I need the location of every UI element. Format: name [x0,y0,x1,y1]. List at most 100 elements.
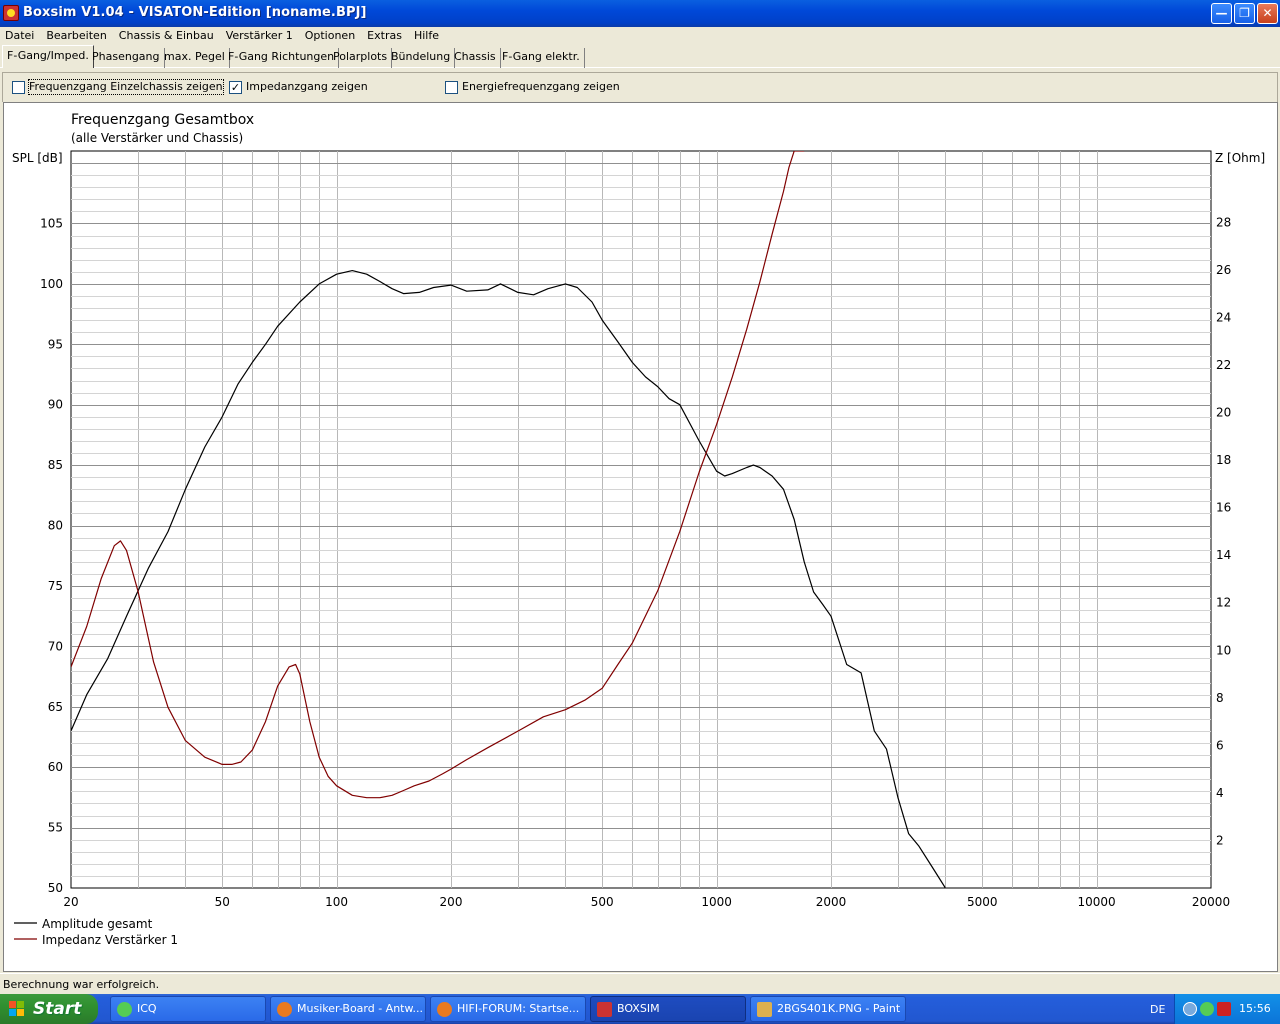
legend-label-amplitude: Amplitude gesamt [42,917,153,931]
x-tick-label: 100 [325,895,348,909]
menu-bar: Datei Bearbeiten Chassis & Einbau Verstärke… [0,27,1280,44]
taskbar-item-hifi-forum[interactable]: HIFI-FORUM: Startse... [430,996,586,1022]
taskbar: Start ICQ Musiker-Board - Antw... HIFI-F… [0,994,1280,1024]
y2-tick-label: 2 [1216,833,1224,847]
icq-flower-icon [117,1002,132,1017]
boxsim-icon [597,1002,612,1017]
y2-tick-label: 14 [1216,548,1231,562]
firefox-icon [277,1002,292,1017]
legend-label-impedance: Impedanz Verstärker 1 [42,933,178,947]
x-tick-label: 50 [215,895,230,909]
y-tick-label: 70 [48,639,63,653]
taskbar-item-icq[interactable]: ICQ [110,996,266,1022]
language-indicator[interactable]: DE [1150,1003,1165,1016]
y-tick-label: 75 [48,579,63,593]
window-title: Boxsim V1.04 - VISATON-Edition [noname.B… [23,5,367,20]
boxsim-app-icon[interactable] [3,5,19,21]
chart-curves [71,151,946,888]
taskbar-item-musiker-board[interactable]: Musiker-Board - Antw... [270,996,426,1022]
y2-tick-label: 20 [1216,406,1231,420]
y-tick-label: 50 [48,881,63,895]
chart-labels: 20 50 100 200 500 1000 2000 5000 10000 2000050556… [12,112,1265,947]
y-tick-label: 85 [48,458,63,472]
restore-icon: ❐ [1239,6,1250,20]
y-tick-label: 95 [48,337,63,351]
check-mark-icon: ✓ [230,81,241,94]
option-energiefrequenzgang-label: Energiefrequenzgang zeigen [462,80,620,93]
options-panel: Frequenzgang Einzelchassis zeigen ✓ Impe… [2,72,1278,102]
checkbox-einzelchassis[interactable] [12,81,25,94]
clock: 15:56 [1239,1002,1271,1015]
y-tick-label: 80 [48,519,63,533]
restore-button[interactable]: ❐ [1234,3,1255,24]
y2-tick-label: 24 [1216,310,1231,324]
paint-icon [757,1002,772,1017]
taskbar-item-boxsim[interactable]: BOXSIM [590,996,746,1022]
tab-fgang-elektr[interactable]: F-Gang elektr. [498,48,585,68]
y2-axis-label: Z [Ohm] [1215,151,1265,165]
y2-tick-label: 22 [1216,358,1231,372]
option-impedanzgang-label: Impedanzgang zeigen [246,80,368,93]
x-tick-label: 20000 [1192,895,1230,909]
y2-tick-label: 10 [1216,643,1231,657]
minimize-icon: — [1215,6,1228,20]
chart-title: Frequenzgang Gesamtbox [71,112,254,128]
menu-bearbeiten[interactable]: Bearbeiten [40,27,112,43]
status-bar: Berechnung war erfolgreich. [0,973,1280,994]
minimize-button[interactable]: — [1211,3,1232,24]
tab-strip: F-Gang/Imped. Phasengang max. Pegel F-Ga… [0,45,1280,68]
tab-fgang-imped[interactable]: F-Gang/Imped. [2,45,94,68]
y2-tick-label: 26 [1216,263,1231,277]
start-button[interactable]: Start [0,994,98,1024]
tab-buendelung[interactable]: Bündelung [387,48,456,68]
y-tick-label: 90 [48,398,63,412]
tray-back-arrow-icon[interactable] [1183,1002,1197,1016]
y2-tick-label: 6 [1216,738,1224,752]
x-tick-label: 1000 [701,895,732,909]
y-tick-label: 55 [48,821,63,835]
close-button[interactable]: ✕ [1257,3,1278,24]
y2-tick-label: 4 [1216,786,1224,800]
x-tick-label: 5000 [967,895,998,909]
safely-remove-hardware-icon[interactable] [1217,1002,1231,1016]
checkbox-energiefrequenzgang[interactable] [445,81,458,94]
title-bar: Boxsim V1.04 - VISATON-Edition [noname.B… [0,0,1280,27]
menu-hilfe[interactable]: Hilfe [408,27,445,43]
frequency-response-chart: 20 50 100 200 500 1000 2000 5000 10000 2000050556… [12,112,1265,947]
y2-tick-label: 12 [1216,596,1231,610]
status-text: Berechnung war erfolgreich. [3,978,160,991]
y2-tick-label: 16 [1216,501,1231,515]
tab-polarplots[interactable]: Polarplots [329,48,393,68]
menu-verstaerker-1[interactable]: Verstärker 1 [220,27,299,43]
y-tick-label: 60 [48,760,63,774]
x-tick-label: 2000 [816,895,847,909]
close-icon: ✕ [1262,6,1273,20]
chart-grid [70,150,1212,889]
plot-area: 20 50 100 200 500 1000 2000 5000 10000 20000 50 55 6… [3,102,1278,972]
tab-fgang-richtungen[interactable]: F-Gang Richtungen [224,48,340,68]
y-tick-label: 105 [40,216,63,230]
icq-tray-icon[interactable] [1200,1002,1214,1016]
y2-tick-label: 28 [1216,215,1231,229]
y-axis-label: SPL [dB] [12,151,63,165]
tab-chassis[interactable]: Chassis [450,48,501,68]
y-tick-label: 100 [40,277,63,291]
menu-extras[interactable]: Extras [361,27,408,43]
menu-datei[interactable]: Datei [0,27,40,43]
chart-subtitle: (alle Verstärker und Chassis) [71,131,243,145]
system-tray: 15:56 [1174,994,1280,1024]
option-einzelchassis-label: Frequenzgang Einzelchassis zeigen [28,79,224,95]
menu-optionen[interactable]: Optionen [299,27,361,43]
y2-tick-label: 8 [1216,691,1224,705]
series-line-amplitude [71,270,946,888]
x-tick-label: 10000 [1078,895,1116,909]
taskbar-item-paint[interactable]: 2BGS401K.PNG - Paint [750,996,906,1022]
x-tick-label: 200 [440,895,463,909]
tab-phasengang[interactable]: Phasengang [88,48,165,68]
windows-flag-icon [9,1001,25,1017]
checkbox-impedanzgang[interactable]: ✓ [229,81,242,94]
plot-frame [70,150,1212,889]
tab-max-pegel[interactable]: max. Pegel [160,48,230,68]
y-tick-label: 65 [48,700,63,714]
menu-chassis-einbau[interactable]: Chassis & Einbau [113,27,220,43]
